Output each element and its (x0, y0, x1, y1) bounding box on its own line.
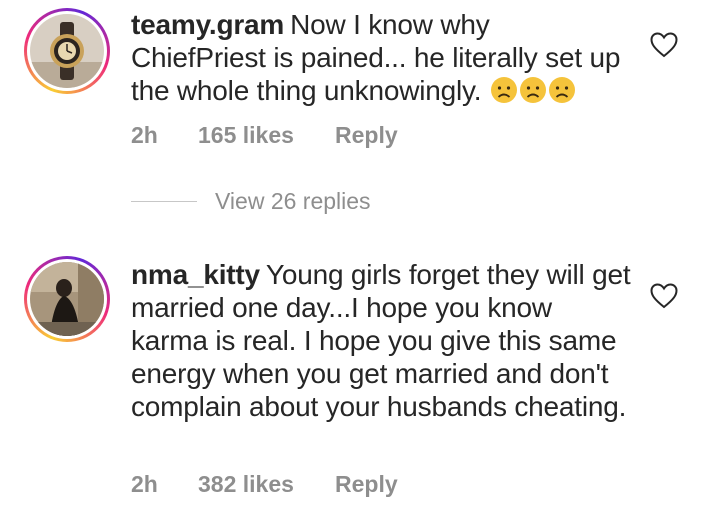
comment-body: nma_kitty Young girls forget they will ge… (131, 258, 631, 423)
avatar[interactable] (24, 256, 110, 342)
comment-likes[interactable]: 382 likes (198, 471, 335, 498)
comment-meta: 2h 165 likes Reply (131, 122, 398, 149)
watch-photo-icon (30, 14, 104, 88)
like-heart-icon[interactable] (650, 32, 678, 58)
divider-line (131, 201, 197, 202)
sad-face-icon (490, 77, 517, 103)
view-replies-button[interactable]: View 26 replies (131, 188, 371, 215)
like-heart-icon[interactable] (650, 283, 678, 309)
comment-time: 2h (131, 122, 158, 148)
sad-face-icon (548, 77, 575, 103)
comment-body: teamy.gram Now I know why ChiefPriest is … (131, 8, 631, 107)
person-photo-icon (30, 262, 104, 336)
comment-username[interactable]: teamy.gram (131, 9, 284, 40)
reply-button[interactable]: Reply (335, 122, 398, 149)
sad-face-icon (519, 77, 546, 103)
comment-username[interactable]: nma_kitty (131, 259, 260, 290)
emoji-group (489, 75, 576, 106)
view-replies-label: View 26 replies (215, 188, 371, 214)
avatar-image (30, 14, 104, 88)
avatar-gap (27, 11, 107, 91)
comment-likes[interactable]: 165 likes (198, 122, 335, 149)
avatar-image (30, 262, 104, 336)
avatar[interactable] (24, 8, 110, 94)
comment-time: 2h (131, 471, 158, 497)
comment-meta: 2h 382 likes Reply (131, 471, 398, 498)
avatar-gap (27, 259, 107, 339)
reply-button[interactable]: Reply (335, 471, 398, 498)
